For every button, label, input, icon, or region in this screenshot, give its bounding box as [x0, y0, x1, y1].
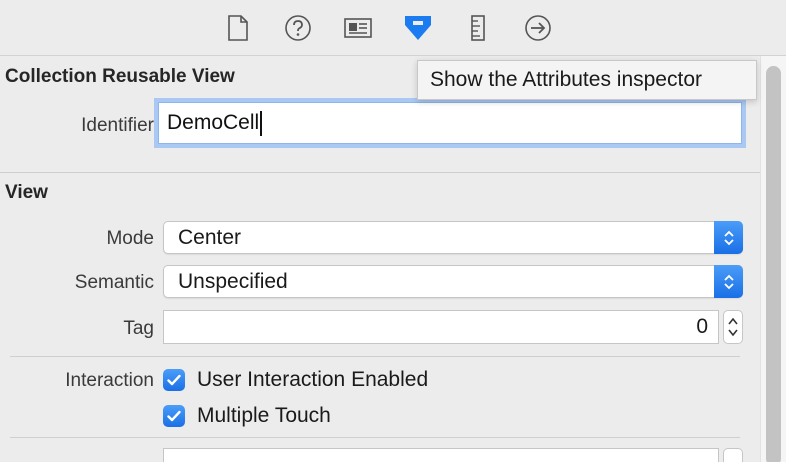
user-interaction-label: User Interaction Enabled: [197, 368, 429, 391]
help-icon: [285, 15, 311, 41]
identifier-label: Identifier: [81, 115, 154, 136]
connections-icon: [525, 15, 551, 41]
identifier-field[interactable]: DemoCell: [158, 102, 742, 144]
attributes-icon: [405, 16, 431, 40]
tag-value: 0: [696, 315, 708, 338]
tag-stepper[interactable]: [723, 310, 743, 344]
partial-stepper[interactable]: [723, 448, 743, 462]
tooltip: Show the Attributes inspector: [417, 60, 757, 100]
tag-field[interactable]: 0: [163, 310, 719, 344]
section-title-collection-reusable-view: Collection Reusable View: [5, 66, 235, 87]
vertical-scrollbar[interactable]: [760, 56, 786, 462]
scroll-thumb[interactable]: [766, 66, 781, 462]
semantic-value: Unspecified: [178, 269, 288, 293]
mode-label: Mode: [106, 228, 154, 249]
multiple-touch-label: Multiple Touch: [197, 404, 331, 427]
semantic-popup[interactable]: Unspecified: [163, 265, 743, 298]
mode-popup[interactable]: Center: [163, 221, 743, 254]
multiple-touch-checkbox[interactable]: [163, 405, 185, 427]
identity-inspector-tab[interactable]: [343, 12, 373, 44]
user-interaction-checkbox[interactable]: [163, 369, 185, 391]
identity-icon: [344, 18, 372, 38]
inspector-toolbar: [0, 0, 786, 56]
stepper-arrows-icon: [728, 317, 738, 337]
attributes-inspector-tab[interactable]: [403, 12, 433, 44]
checkmark-icon: [167, 374, 181, 386]
section-title-view: View: [5, 182, 48, 203]
mode-value: Center: [178, 225, 242, 249]
interaction-label: Interaction: [65, 370, 154, 391]
size-icon: [471, 15, 485, 41]
identifier-value: DemoCell: [167, 111, 260, 134]
quick-help-inspector-tab[interactable]: [283, 12, 313, 44]
chevron-up-down-icon: [723, 274, 734, 289]
file-inspector-tab[interactable]: [223, 12, 253, 44]
section-divider: [0, 172, 760, 173]
chevron-up-down-icon: [723, 230, 734, 245]
attributes-panel: Collection Reusable View Identifier Demo…: [0, 56, 760, 462]
file-icon: [228, 15, 248, 41]
semantic-label: Semantic: [74, 272, 154, 293]
mode-popup-arrows: [714, 221, 743, 254]
interaction-divider: [10, 356, 740, 357]
connections-inspector-tab[interactable]: [523, 12, 553, 44]
text-caret: [260, 110, 263, 136]
bottom-divider: [10, 437, 740, 438]
tag-label: Tag: [123, 318, 154, 339]
partial-field[interactable]: [163, 448, 719, 462]
size-inspector-tab[interactable]: [463, 12, 493, 44]
semantic-popup-arrows: [714, 265, 743, 298]
checkmark-icon: [167, 410, 181, 422]
